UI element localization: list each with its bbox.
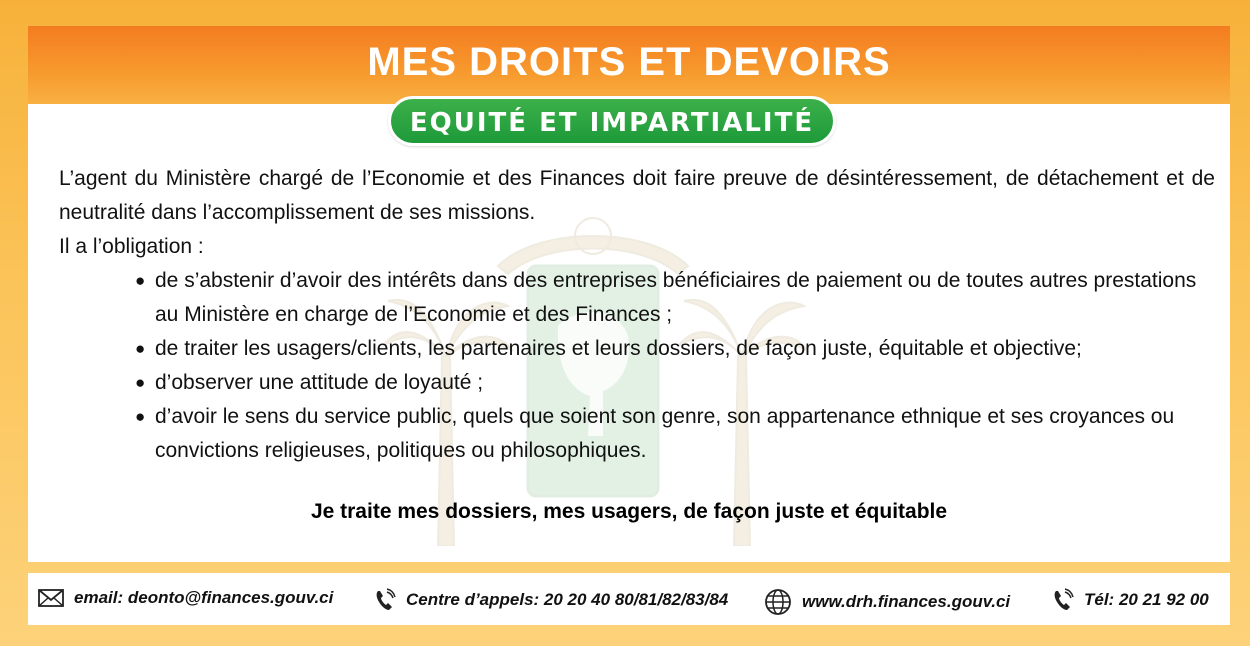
- phone-contact[interactable]: Tél: 20 21 92 00: [1052, 588, 1209, 612]
- list-item: de s’abstenir d’avoir des intérêts dans …: [135, 264, 1215, 332]
- header-banner: MES DROITS ET DEVOIRS: [28, 26, 1230, 104]
- page-title: MES DROITS ET DEVOIRS: [367, 40, 891, 84]
- email-text: email: deonto@finances.gouv.ci: [74, 588, 334, 607]
- email-contact[interactable]: email: deonto@finances.gouv.ci: [38, 588, 333, 608]
- subtitle-text: EQUITÉ ET IMPARTIALITÉ: [409, 108, 815, 138]
- subtitle-badge: EQUITÉ ET IMPARTIALITÉ: [388, 96, 836, 146]
- list-item: de traiter les usagers/clients, les part…: [135, 332, 1215, 366]
- phone-icon: [376, 588, 396, 610]
- globe-icon: [765, 589, 791, 615]
- call-center-contact[interactable]: Centre d’appels: 20 20 40 80/81/82/83/84: [374, 588, 728, 612]
- call-center-text: Centre d’appels: 20 20 40 80/81/82/83/84: [406, 590, 729, 609]
- website-text: www.drh.finances.gouv.ci: [802, 592, 1011, 611]
- list-item: d’avoir le sens du service public, quels…: [135, 400, 1215, 468]
- list-item: d’observer une attitude de loyauté ;: [135, 366, 1215, 400]
- tagline: Je traite mes dossiers, mes usagers, de …: [310, 500, 948, 523]
- footer-contact-bar: email: deonto@finances.gouv.ci Centre d’…: [28, 573, 1230, 625]
- obligation-list: de s’abstenir d’avoir des intérêts dans …: [59, 264, 1215, 468]
- phone-text: Tél: 20 21 92 00: [1084, 590, 1209, 609]
- website-contact[interactable]: www.drh.finances.gouv.ci: [764, 588, 1010, 616]
- envelope-icon: [38, 589, 64, 607]
- content-panel: MES DROITS ET DEVOIRS EQUITÉ ET IMPARTIA…: [28, 26, 1230, 562]
- obligation-label: Il a l’obligation :: [59, 235, 204, 258]
- phone-icon: [1054, 588, 1074, 610]
- body-text: L’agent du Ministère chargé de l’Economi…: [59, 162, 1215, 468]
- intro-paragraph: L’agent du Ministère chargé de l’Economi…: [59, 167, 1215, 224]
